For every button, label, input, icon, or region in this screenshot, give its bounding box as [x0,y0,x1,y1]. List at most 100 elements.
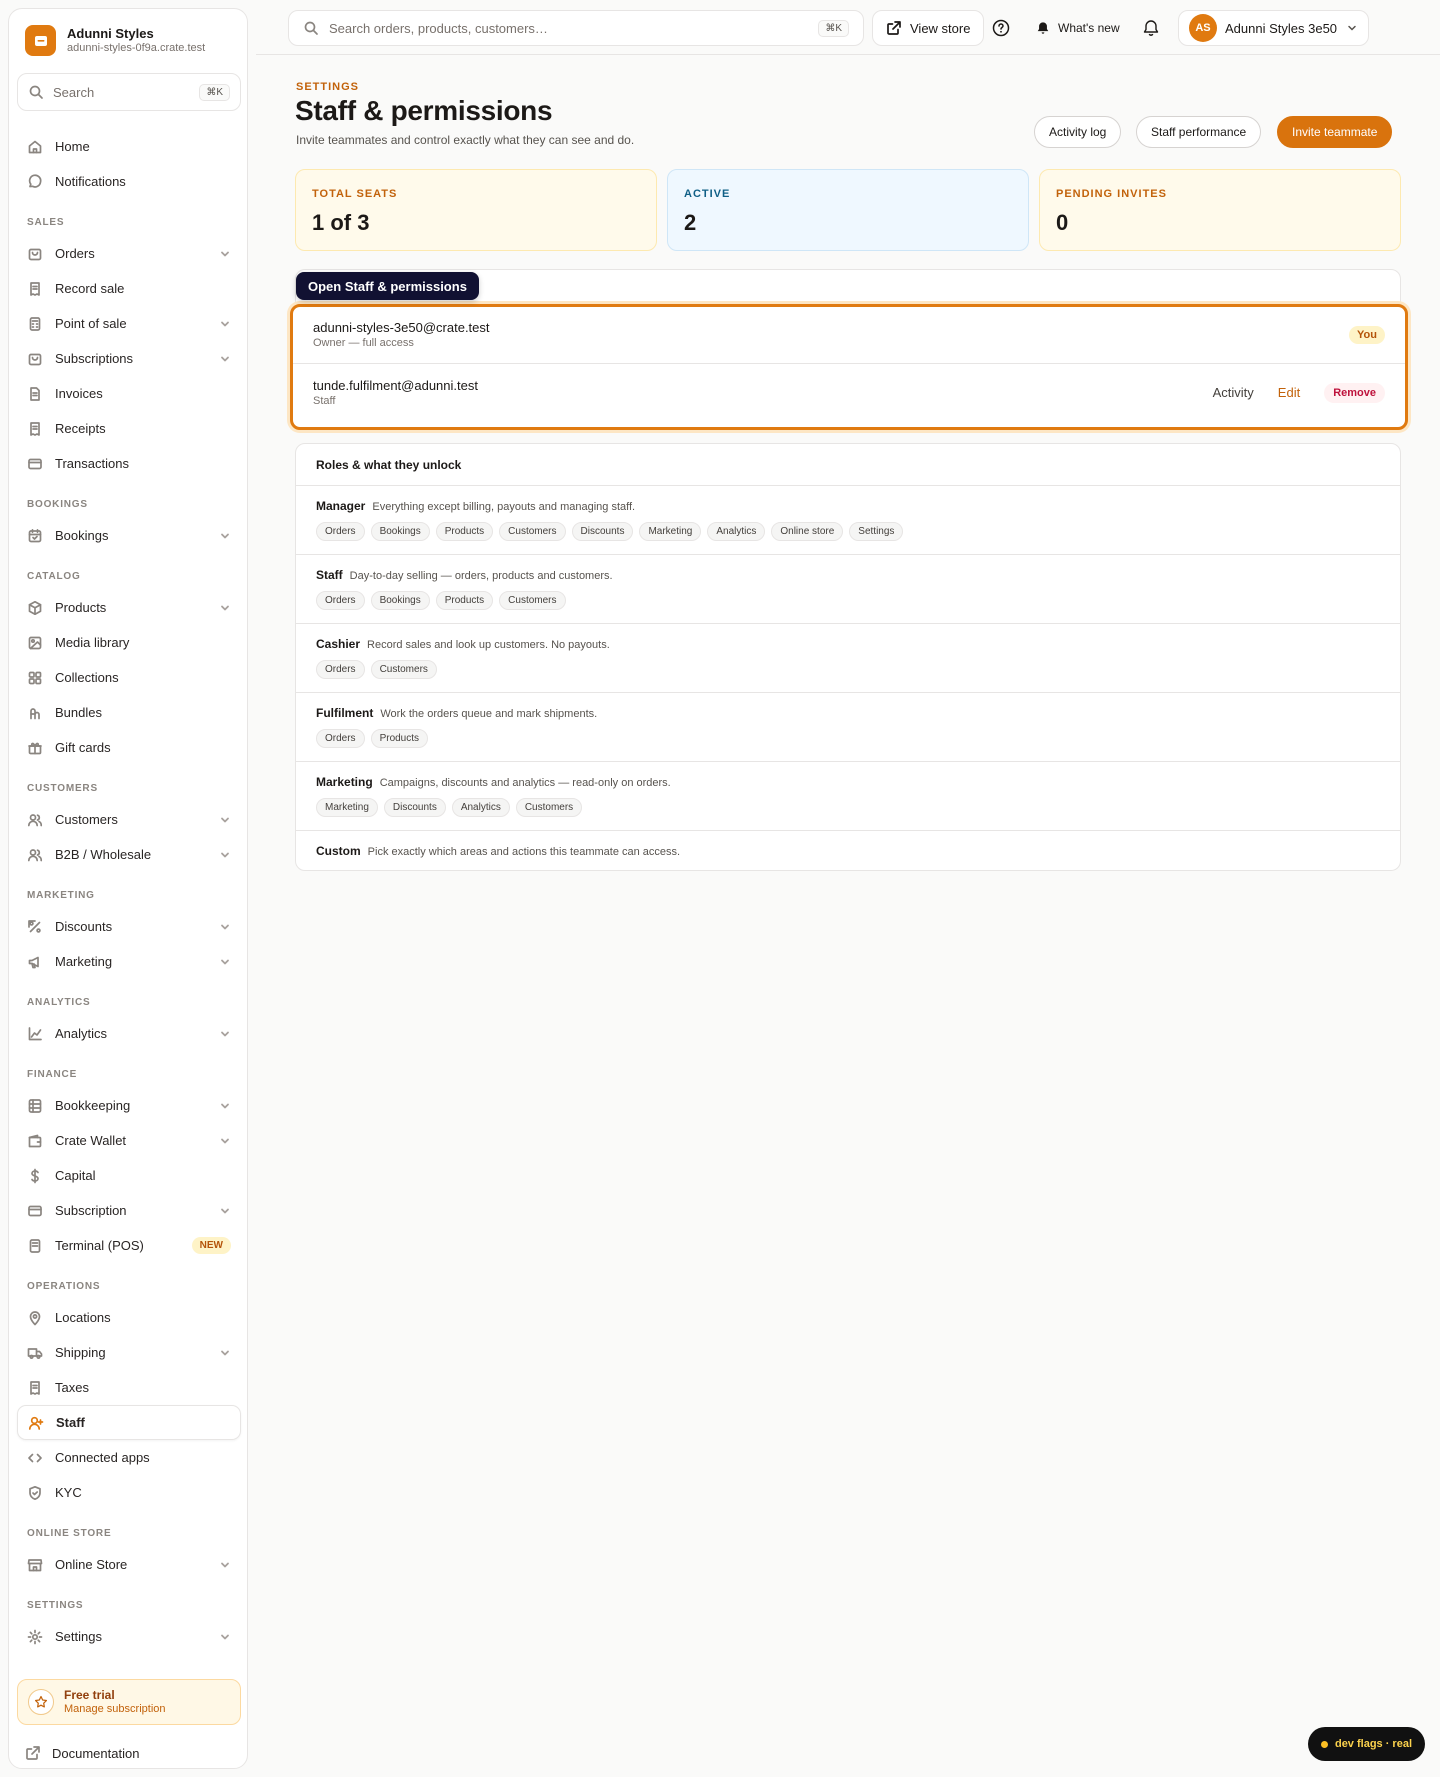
manage-subscription-link[interactable]: Manage subscription [64,1702,166,1716]
sidebar-item-collections[interactable]: Collections [17,660,241,695]
sidebar-item-discounts[interactable]: Discounts [17,909,241,944]
dev-flags-badge[interactable]: dev flags · real [1308,1727,1425,1761]
view-store-button[interactable]: View store [872,10,985,46]
invite-teammate-button[interactable]: Invite teammate [1277,116,1393,148]
sidebar-item-label: Taxes [55,1380,89,1395]
permission-chip: Analytics [451,798,510,817]
brand-domain: adunni-styles-0f9a.crate.test [67,42,206,54]
sidebar-item-label: Analytics [55,1026,108,1041]
sidebar-item-taxes[interactable]: Taxes [17,1370,241,1405]
sidebar-item-point-of-sale[interactable]: Point of sale [17,306,241,341]
sidebar-item-b2b-wholesale[interactable]: B2B / Wholesale [17,837,241,872]
percent-icon [28,919,41,933]
sidebar-item-label: Bookings [55,528,109,543]
sidebar-item-bookkeeping[interactable]: Bookkeeping [17,1088,241,1123]
sidebar-item-label: Crate Wallet [55,1133,127,1148]
card-icon [28,1205,42,1216]
chevron-down-icon [221,1031,229,1036]
store-icon [27,1558,43,1571]
sidebar-item-crate-wallet[interactable]: Crate Wallet [17,1123,241,1158]
stat-label: PENDING INVITES [1056,188,1167,200]
sidebar-item-terminal-pos[interactable]: Terminal (POS) NEW [17,1228,241,1263]
sidebar-search[interactable]: Search ⌘K [17,73,241,111]
sidebar-item-media-library[interactable]: Media library [17,625,241,660]
notifications-button[interactable] [1142,10,1160,46]
chevron-down-icon [221,1350,229,1355]
nav-section-label: MARKETING [27,890,95,901]
sidebar-item-transactions[interactable]: Transactions [17,446,241,481]
stat-value: 0 [1056,210,1069,235]
sidebar-item-notifications[interactable]: Notifications [17,164,241,199]
terminal-icon [29,1238,41,1253]
sidebar-item-invoices[interactable]: Invoices [17,376,241,411]
sidebar-item-locations[interactable]: Locations [17,1300,241,1335]
member-remove-button[interactable]: Remove [1324,382,1385,403]
role-permissions: Marketing Discounts Analytics Customers [316,798,1380,817]
help-button[interactable] [992,10,1010,46]
permission-chip: Orders [316,660,365,679]
page-title: Staff & permissions [295,95,553,126]
activity-log-button[interactable]: Activity log [1034,116,1122,148]
sidebar-item-label: B2B / Wholesale [55,847,152,862]
member-edit-link[interactable]: Edit [1278,385,1300,400]
role-row: Manager Everything except billing, payout… [296,486,1400,555]
role-description: Day-to-day selling — orders, products an… [349,570,613,582]
member-row[interactable]: tunde.fulfilment@adunni.test Staff Activ… [293,364,1405,421]
bag-icon [28,248,42,260]
member-activity-link[interactable]: Activity [1213,385,1254,400]
page-subtitle: Invite teammates and control exactly wha… [296,133,635,147]
free-trial-card[interactable]: Free trial Manage subscription [17,1679,241,1725]
sidebar-item-label: Home [55,139,90,154]
permission-chip: Marketing [316,798,378,817]
permission-chip: Online store [771,522,844,541]
documentation-link[interactable]: Documentation [25,1745,139,1761]
sidebar-search-placeholder: Search [53,84,95,100]
search-icon [29,85,43,99]
staff-performance-button[interactable]: Staff performance [1136,116,1262,148]
sidebar-item-bookings[interactable]: Bookings [17,518,241,553]
permission-chip: Analytics [707,522,766,541]
sidebar-item-record-sale[interactable]: Record sale [17,271,241,306]
role-name: Manager [316,499,366,513]
sidebar-item-marketing[interactable]: Marketing [17,944,241,979]
sidebar-item-staff[interactable]: Staff [17,1405,241,1440]
stat-value: 2 [684,210,697,235]
permission-chip: Bookings [370,522,430,541]
sidebar-item-subscription[interactable]: Subscription [17,1193,241,1228]
sidebar-item-label: Customers [55,812,118,827]
sidebar-item-home[interactable]: Home [17,129,241,164]
sidebar-item-subscriptions[interactable]: Subscriptions [17,341,241,376]
sidebar-item-receipts[interactable]: Receipts [17,411,241,446]
account-menu[interactable]: AS Adunni Styles 3e50 [1178,10,1369,46]
role-name: Cashier [316,637,361,651]
sidebar-item-connected-apps[interactable]: Connected apps [17,1440,241,1475]
sidebar-item-products[interactable]: Products [17,590,241,625]
brand[interactable]: Adunni Styles adunni-styles-0f9a.crate.t… [25,25,205,56]
sidebar-item-settings[interactable]: Settings [17,1619,241,1654]
sidebar-item-capital[interactable]: Capital [17,1158,241,1193]
help-icon [992,19,1010,37]
sidebar-item-kyc[interactable]: KYC [17,1475,241,1510]
permission-chip: Customers [499,522,566,541]
sidebar-item-bundles[interactable]: Bundles [17,695,241,730]
sidebar-item-analytics[interactable]: Analytics [17,1016,241,1051]
sidebar-item-label: Orders [55,246,95,261]
member-email: tunde.fulfilment@adunni.test [313,377,478,393]
global-search-input[interactable]: Search orders, products, customers… ⌘K [288,10,864,46]
sidebar-item-shipping[interactable]: Shipping [17,1335,241,1370]
role-row: Cashier Record sales and look up customer… [296,624,1400,693]
account-name: Adunni Styles 3e50 [1225,20,1338,36]
you-badge: You [1349,326,1385,344]
chart-line-icon [28,1026,42,1040]
role-row: Marketing Campaigns, discounts and analyt… [296,762,1400,831]
member-row[interactable]: adunni-styles-3e50@crate.test Owner — fu… [293,307,1405,364]
sidebar-item-gift-cards[interactable]: Gift cards [17,730,241,765]
topbar: Search orders, products, customers… ⌘K V… [256,0,1440,55]
sidebar-item-customers[interactable]: Customers [17,802,241,837]
sidebar-item-orders[interactable]: Orders [17,236,241,271]
whats-new-button[interactable]: What's new [1036,10,1120,46]
shield-icon [29,1485,41,1500]
sidebar-item-online-store[interactable]: Online Store [17,1547,241,1582]
member-role: Staff [313,394,336,407]
nav-section-label: CUSTOMERS [27,783,98,794]
